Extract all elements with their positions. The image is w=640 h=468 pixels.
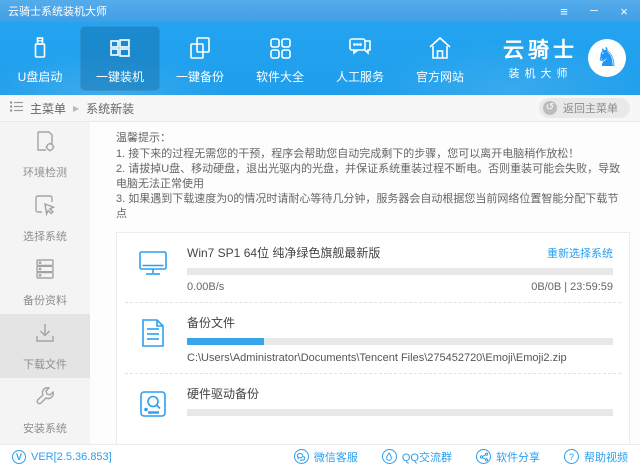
progress-bar [187, 338, 613, 345]
sidebar-item-env-check[interactable]: 环境检测 [0, 122, 90, 186]
version-text: VER[2.5.36.853] [31, 451, 112, 463]
download-title: Win7 SP1 64位 纯净绿色旗舰最新版 [187, 244, 380, 261]
sidebar-label: 选择系统 [23, 228, 67, 244]
close-icon[interactable]: × [616, 5, 632, 18]
download-row-driver-backup: 硬件驱动备份 [117, 374, 629, 430]
share-software-link[interactable]: 软件分享 [476, 449, 540, 465]
titlebar: 云骑士系统装机大师 ≡ ─ × [0, 0, 640, 22]
chevron-right-icon: ▶ [73, 104, 79, 113]
minimize-icon[interactable]: ─ [586, 6, 602, 17]
download-row-system: Win7 SP1 64位 纯净绿色旗舰最新版 重新选择系统 0.00B/s 0B… [117, 233, 629, 302]
sidebar-item-install-system[interactable]: 安装系统 [0, 378, 90, 442]
backup-file-path: C:\Users\Administrator\Documents\Tencent… [187, 352, 613, 364]
select-system-icon [32, 192, 58, 223]
back-button-label: 返回主菜单 [563, 100, 618, 116]
app-window: 云骑士系统装机大师 ≡ ─ × U盘启动 一键装机 一键备份 [0, 0, 640, 468]
main-content: 温馨提示： 1. 接下来的过程无需您的干预，程序会帮助您自动完成剩下的步骤，您可… [90, 122, 640, 444]
help-video-link[interactable]: ? 帮助视频 [564, 449, 628, 465]
nav-label: 软件大全 [256, 68, 304, 85]
brand-logo: 云骑士 装机大师 ♞ [503, 34, 626, 81]
copy-icon [186, 32, 214, 64]
version-badge-icon: V [12, 450, 26, 464]
download-speed: 0.00B/s [187, 281, 224, 293]
reselect-system-link[interactable]: 重新选择系统 [547, 245, 613, 261]
backup-data-icon [32, 256, 58, 287]
menu-icon[interactable]: ≡ [556, 5, 572, 18]
nav-item-service[interactable]: 人工服务 [320, 26, 400, 91]
window-title: 云骑士系统装机大师 [8, 3, 556, 19]
sidebar-label: 环境检测 [23, 164, 67, 180]
breadcrumb: 主菜单 ▶ 系统新装 [10, 100, 134, 117]
tips-line: 2. 请拔掉U盘、移动硬盘，退出光驱内的光盘，并保证系统重装过程不断电。否则重装… [116, 162, 628, 192]
sidebar-item-download-files[interactable]: 下载文件 [0, 314, 90, 378]
footer-link-label: 帮助视频 [584, 449, 628, 465]
back-to-main-menu-button[interactable]: ↺ 返回主菜单 [539, 98, 630, 118]
brand-name: 云骑士 [503, 34, 578, 64]
drive-search-icon [135, 385, 171, 421]
footer-links: 微信客服 QQ交流群 软件分享 ? 帮助视频 [294, 449, 628, 465]
env-check-icon [32, 128, 58, 159]
footer-link-label: QQ交流群 [402, 449, 452, 465]
breadcrumb-current: 系统新装 [86, 100, 134, 117]
sidebar-label: 备份资料 [23, 292, 67, 308]
download-title: 备份文件 [187, 314, 235, 331]
sidebar-item-backup-data[interactable]: 备份资料 [0, 250, 90, 314]
document-icon [135, 314, 171, 364]
tips-block: 温馨提示： 1. 接下来的过程无需您的干预，程序会帮助您自动完成剩下的步骤，您可… [116, 131, 628, 222]
wechat-support-link[interactable]: 微信客服 [294, 449, 358, 465]
breadcrumb-root[interactable]: 主菜单 [30, 100, 66, 117]
version-info: V VER[2.5.36.853] [12, 450, 112, 464]
progress-bar [187, 409, 613, 416]
footer-link-label: 软件分享 [496, 449, 540, 465]
nav-item-software[interactable]: 软件大全 [240, 26, 320, 91]
usb-icon [26, 32, 54, 64]
install-system-icon [32, 384, 58, 415]
tips-line: 1. 接下来的过程无需您的干预，程序会帮助您自动完成剩下的步骤，您可以离开电脑稍… [116, 147, 628, 162]
download-row-backup-files: 备份文件 C:\Users\Administrator\Documents\Te… [117, 303, 629, 373]
nav-label: 人工服务 [336, 68, 384, 85]
download-file-icon [32, 320, 58, 351]
download-title: 硬件驱动备份 [187, 385, 259, 402]
knight-emblem-icon: ♞ [588, 39, 626, 77]
sidebar: 环境检测 选择系统 备份资料 下载文件 [0, 122, 90, 444]
grid-icon [266, 32, 294, 64]
qq-icon [382, 449, 397, 464]
body: 环境检测 选择系统 备份资料 下载文件 [0, 122, 640, 444]
progress-fill [187, 338, 264, 345]
nav-label: 一键装机 [96, 68, 144, 85]
tips-line: 3. 如果遇到下载速度为0的情况时请耐心等待几分钟，服务器会自动根据您当前网络位… [116, 192, 628, 222]
back-arrow-icon: ↺ [543, 101, 557, 115]
tips-title: 温馨提示： [116, 131, 628, 146]
window-tiles-icon [105, 32, 135, 64]
help-icon: ? [564, 449, 579, 464]
sidebar-label: 安装系统 [23, 420, 67, 436]
qq-group-link[interactable]: QQ交流群 [382, 449, 452, 465]
chat-icon [345, 32, 375, 64]
progress-bar [187, 268, 613, 275]
sidebar-label: 下载文件 [23, 356, 67, 372]
download-panel: Win7 SP1 64位 纯净绿色旗舰最新版 重新选择系统 0.00B/s 0B… [116, 232, 630, 459]
nav-label: 一键备份 [176, 68, 224, 85]
footer-link-label: 微信客服 [314, 449, 358, 465]
sidebar-item-select-system[interactable]: 选择系统 [0, 186, 90, 250]
share-icon [476, 449, 491, 464]
monitor-icon [135, 244, 171, 293]
nav-item-website[interactable]: 官方网站 [400, 26, 480, 91]
top-nav: U盘启动 一键装机 一键备份 软件大全 人工服务 [0, 22, 640, 95]
window-controls: ≡ ─ × [556, 5, 632, 18]
menu-list-icon [10, 101, 23, 115]
brand-subtitle: 装机大师 [503, 65, 578, 81]
nav-label: 官方网站 [416, 68, 464, 85]
nav-item-one-key-install[interactable]: 一键装机 [80, 26, 160, 91]
breadcrumb-bar: 主菜单 ▶ 系统新装 ↺ 返回主菜单 [0, 95, 640, 122]
download-size-time: 0B/0B | 23:59:59 [531, 281, 613, 293]
nav-item-one-key-backup[interactable]: 一键备份 [160, 26, 240, 91]
nav-label: U盘启动 [18, 68, 63, 85]
home-icon [426, 32, 454, 64]
wechat-icon [294, 449, 309, 464]
status-bar: V VER[2.5.36.853] 微信客服 QQ交流群 软件分享 [0, 444, 640, 468]
nav-item-usb-boot[interactable]: U盘启动 [0, 26, 80, 91]
